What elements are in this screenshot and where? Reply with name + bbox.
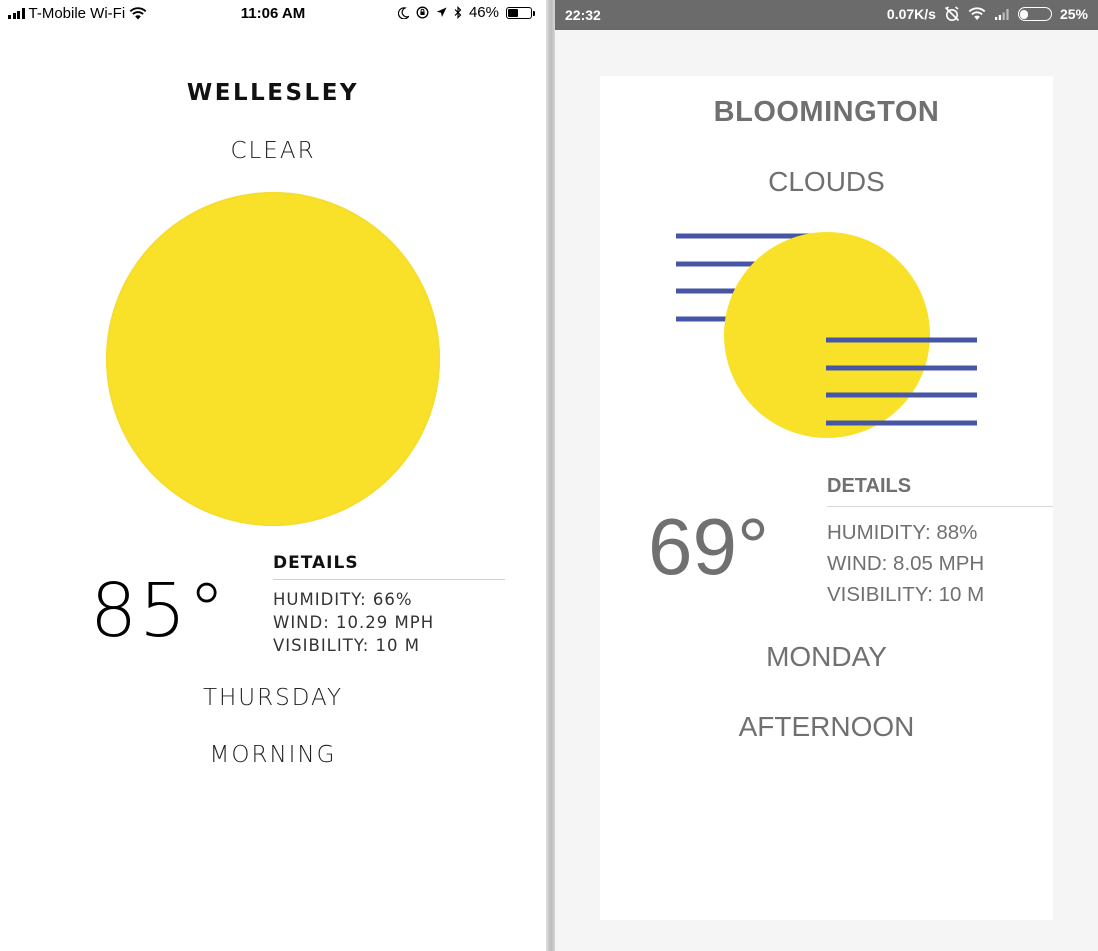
day-of-week: THURSDAY <box>202 685 344 711</box>
city-name: WELLESLEY <box>186 80 360 106</box>
android-clock: 22:32 <box>565 7 601 23</box>
screenshot-divider <box>546 0 555 951</box>
ios-weather-screen: T-Mobile Wi-Fi 11:06 AM 46% WELLESLEY CL… <box>0 0 546 951</box>
wind-value: WIND: 8.05 MPH <box>827 552 985 575</box>
weather-condition: CLEAR <box>230 138 316 164</box>
humidity-value: HUMIDITY: 88% <box>827 521 978 544</box>
wifi-icon <box>968 7 986 20</box>
visibility-value: VISIBILITY: 10 M <box>827 583 985 606</box>
wind-value: WIND: 10.29 MPH <box>273 613 435 632</box>
signal-bars-icon <box>994 9 1009 20</box>
ios-status-icons: 46% <box>397 4 535 21</box>
details-panel: DETAILS HUMIDITY: 66% WIND: 10.29 MPH VI… <box>273 553 505 657</box>
time-of-day: AFTERNOON <box>738 711 915 742</box>
time-of-day: MORNING <box>209 742 337 768</box>
battery-icon <box>1017 7 1052 21</box>
rotation-lock-icon <box>416 6 429 19</box>
alarm-off-icon <box>944 6 960 22</box>
ios-status-bar: T-Mobile Wi-Fi 11:06 AM 46% <box>0 0 546 28</box>
sun-icon <box>106 192 440 526</box>
android-status-icons: 0.07K/s 25% <box>887 6 1088 22</box>
bluetooth-icon <box>454 6 462 19</box>
temperature: 69° <box>648 502 769 591</box>
battery-icon <box>506 6 535 19</box>
visibility-value: VISIBILITY: 10 M <box>273 636 420 655</box>
details-heading: DETAILS <box>273 553 505 580</box>
moon-icon <box>397 6 409 19</box>
sun-behind-clouds-icon <box>676 232 977 438</box>
battery-percent: 46% <box>468 4 499 21</box>
temperature: 85° <box>90 568 228 654</box>
details-panel: DETAILS HUMIDITY: 88% WIND: 8.05 MPH VIS… <box>827 475 1053 610</box>
location-arrow-icon <box>436 7 447 17</box>
battery-percent: 25% <box>1059 6 1088 22</box>
humidity-value: HUMIDITY: 66% <box>273 590 413 609</box>
weather-card: BLOOMINGTON CLOUDS 69° DETAILS HUMIDITY:… <box>600 76 1053 920</box>
network-speed: 0.07K/s <box>886 6 936 22</box>
details-heading: DETAILS <box>827 475 1053 507</box>
city-name: BLOOMINGTON <box>713 96 940 128</box>
android-status-bar: 22:32 0.07K/s 25% <box>555 0 1098 30</box>
day-of-week: MONDAY <box>766 641 887 672</box>
weather-condition: CLOUDS <box>768 166 885 197</box>
android-weather-screen: 22:32 0.07K/s 25% BLOOMINGTON CLOUDS 69°… <box>555 0 1098 951</box>
